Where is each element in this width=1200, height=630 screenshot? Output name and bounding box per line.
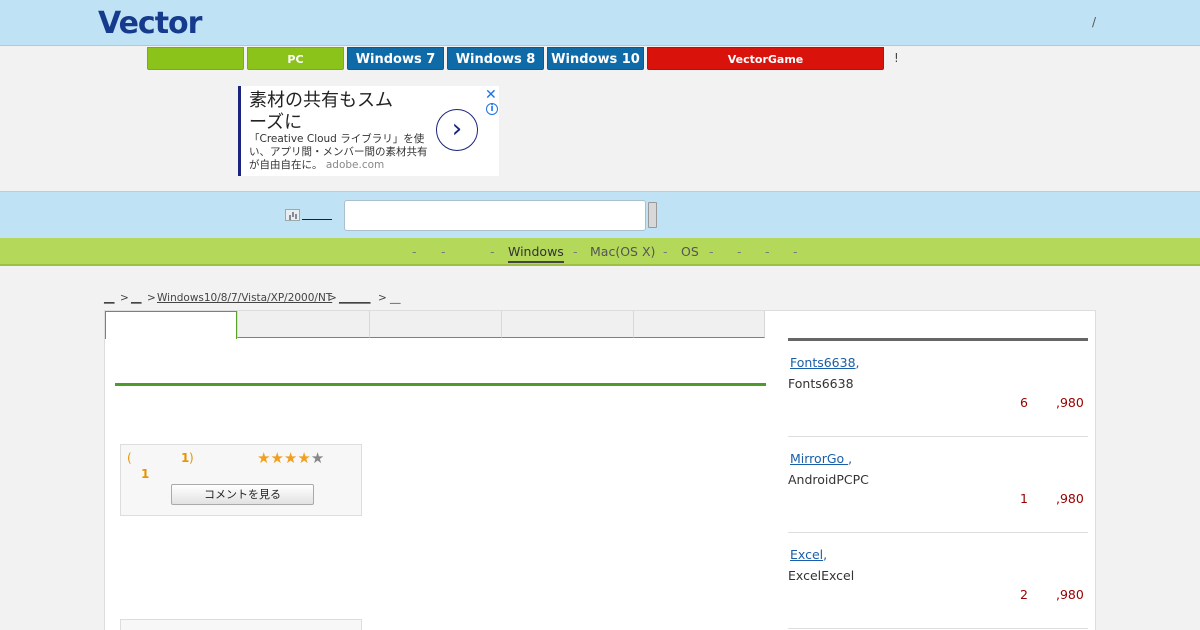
tab-5[interactable] xyxy=(633,311,765,338)
nav-tab-windows8[interactable]: Windows 8 xyxy=(447,47,544,70)
tab-overview[interactable] xyxy=(105,311,237,339)
sidebar-item[interactable]: Excel, ExcelExcel 2 ,980 xyxy=(788,533,1088,629)
category-item-mac[interactable]: Mac(OS X) xyxy=(590,244,655,259)
chart-icon xyxy=(285,209,300,221)
sidebar-item-rank: 1 xyxy=(1020,491,1028,506)
view-comments-button[interactable]: コメントを見る xyxy=(171,484,314,505)
breadcrumb-separator: > xyxy=(147,292,156,304)
tab-4[interactable] xyxy=(501,311,633,338)
category-item[interactable]: - xyxy=(441,244,446,259)
star-icon: ★ xyxy=(270,449,284,467)
nav-tab-windows10[interactable]: Windows 10 xyxy=(547,47,644,70)
nav-tab-vectorgame[interactable]: VectorGame xyxy=(647,47,884,70)
breadcrumb-link[interactable]: __ xyxy=(131,292,142,304)
sidebar-item[interactable]: Fonts6638, Fonts6638 6 ,980 xyxy=(788,341,1088,437)
nav-tab-home[interactable] xyxy=(147,47,244,70)
search-options-link[interactable] xyxy=(302,208,332,220)
search-bar xyxy=(0,191,1200,238)
star-empty-icon: ★ xyxy=(310,449,325,467)
breadcrumb-separator: > xyxy=(378,292,387,304)
star-icon: ★ xyxy=(283,449,298,467)
close-icon[interactable]: ✕ xyxy=(485,87,497,103)
star-icon: ★ xyxy=(297,449,311,467)
category-item[interactable]: - xyxy=(709,244,714,259)
breadcrumb-separator: > xyxy=(328,292,337,304)
ad-domain: adobe.com xyxy=(325,159,385,171)
rating-box: ( 1 ) 1 ★★★★★ コメントを見る xyxy=(120,444,362,516)
rating-number: 1 xyxy=(141,467,150,481)
category-item[interactable]: - xyxy=(737,244,742,259)
rating-open-paren: ( xyxy=(127,451,132,465)
sidebar-item-subtitle: Fonts6638 xyxy=(788,376,854,391)
star-rating: ★★★★★ xyxy=(257,449,324,467)
category-item-windows[interactable]: Windows xyxy=(508,244,564,263)
sidebar-item[interactable]: MirrorGo , AndroidPCPC 1 ,980 xyxy=(788,437,1088,533)
tab-3[interactable] xyxy=(369,311,501,338)
info-box: _ xyxy=(120,619,362,630)
vector-logo[interactable]: Vector xyxy=(98,6,202,41)
category-item[interactable]: - xyxy=(793,244,798,259)
category-item[interactable]: - xyxy=(573,244,578,259)
nav-trailing-text: ! xyxy=(894,51,899,65)
sidebar-item-price: ,980 xyxy=(1056,491,1084,506)
top-nav: PC Windows 7 Windows 8 Windows 10 Vector… xyxy=(0,47,1200,71)
breadcrumb-separator: > xyxy=(120,292,129,304)
section-divider xyxy=(115,383,766,386)
star-icon: ★ xyxy=(257,449,271,467)
search-input[interactable] xyxy=(344,200,646,231)
info-box-text: _ xyxy=(129,626,134,630)
breadcrumb-link[interactable]: ______ xyxy=(339,292,371,304)
sidebar-item-subtitle: AndroidPCPC xyxy=(788,472,869,487)
search-button[interactable] xyxy=(648,202,657,228)
breadcrumb-link[interactable]: __ xyxy=(104,292,115,304)
sidebar-item-rank: 6 xyxy=(1020,395,1028,410)
category-item[interactable]: - xyxy=(412,244,417,259)
category-item[interactable]: - xyxy=(663,244,668,259)
category-item-os[interactable]: OS xyxy=(681,244,699,259)
header-login-separator: / xyxy=(1092,15,1097,29)
sidebar-item-price: ,980 xyxy=(1056,395,1084,410)
main-panel: ( 1 ) 1 ★★★★★ コメントを見る _ Fonts6638, Fonts… xyxy=(104,310,1096,630)
sidebar-item-price: ,980 xyxy=(1056,587,1084,602)
tab-2[interactable] xyxy=(237,311,369,338)
sidebar-item-title[interactable]: Excel, xyxy=(790,547,827,562)
chevron-right-icon[interactable]: › xyxy=(436,109,478,151)
category-nav: - - - Windows - Mac(OS X) - OS - - - - xyxy=(0,238,1200,266)
sidebar-item-title[interactable]: Fonts6638, xyxy=(790,355,860,370)
sidebar-item-title[interactable]: MirrorGo , xyxy=(790,451,852,466)
ad-body: 「Creative Cloud ライブラリ」を使い、アプリ間・メンバー間の素材共… xyxy=(249,133,434,172)
ad-title: 素材の共有もスムーズに xyxy=(249,90,393,133)
breadcrumb-link[interactable]: Windows10/8/7/Vista/XP/2000/NT xyxy=(157,292,332,304)
info-icon[interactable]: i xyxy=(486,103,498,115)
breadcrumb-current: __ xyxy=(390,292,401,304)
rating-close-paren: ) xyxy=(189,451,194,465)
nav-tab-pc[interactable]: PC xyxy=(247,47,344,70)
sidebar-item-rank: 2 xyxy=(1020,587,1028,602)
ad-banner[interactable]: 素材の共有もスムーズに 「Creative Cloud ライブラリ」を使い、アプ… xyxy=(238,86,499,176)
nav-tab-windows7[interactable]: Windows 7 xyxy=(347,47,444,70)
category-item[interactable]: - xyxy=(765,244,770,259)
site-header: Vector / xyxy=(0,0,1200,46)
category-item[interactable]: - xyxy=(490,244,495,259)
sidebar-item-subtitle: ExcelExcel xyxy=(788,568,855,583)
